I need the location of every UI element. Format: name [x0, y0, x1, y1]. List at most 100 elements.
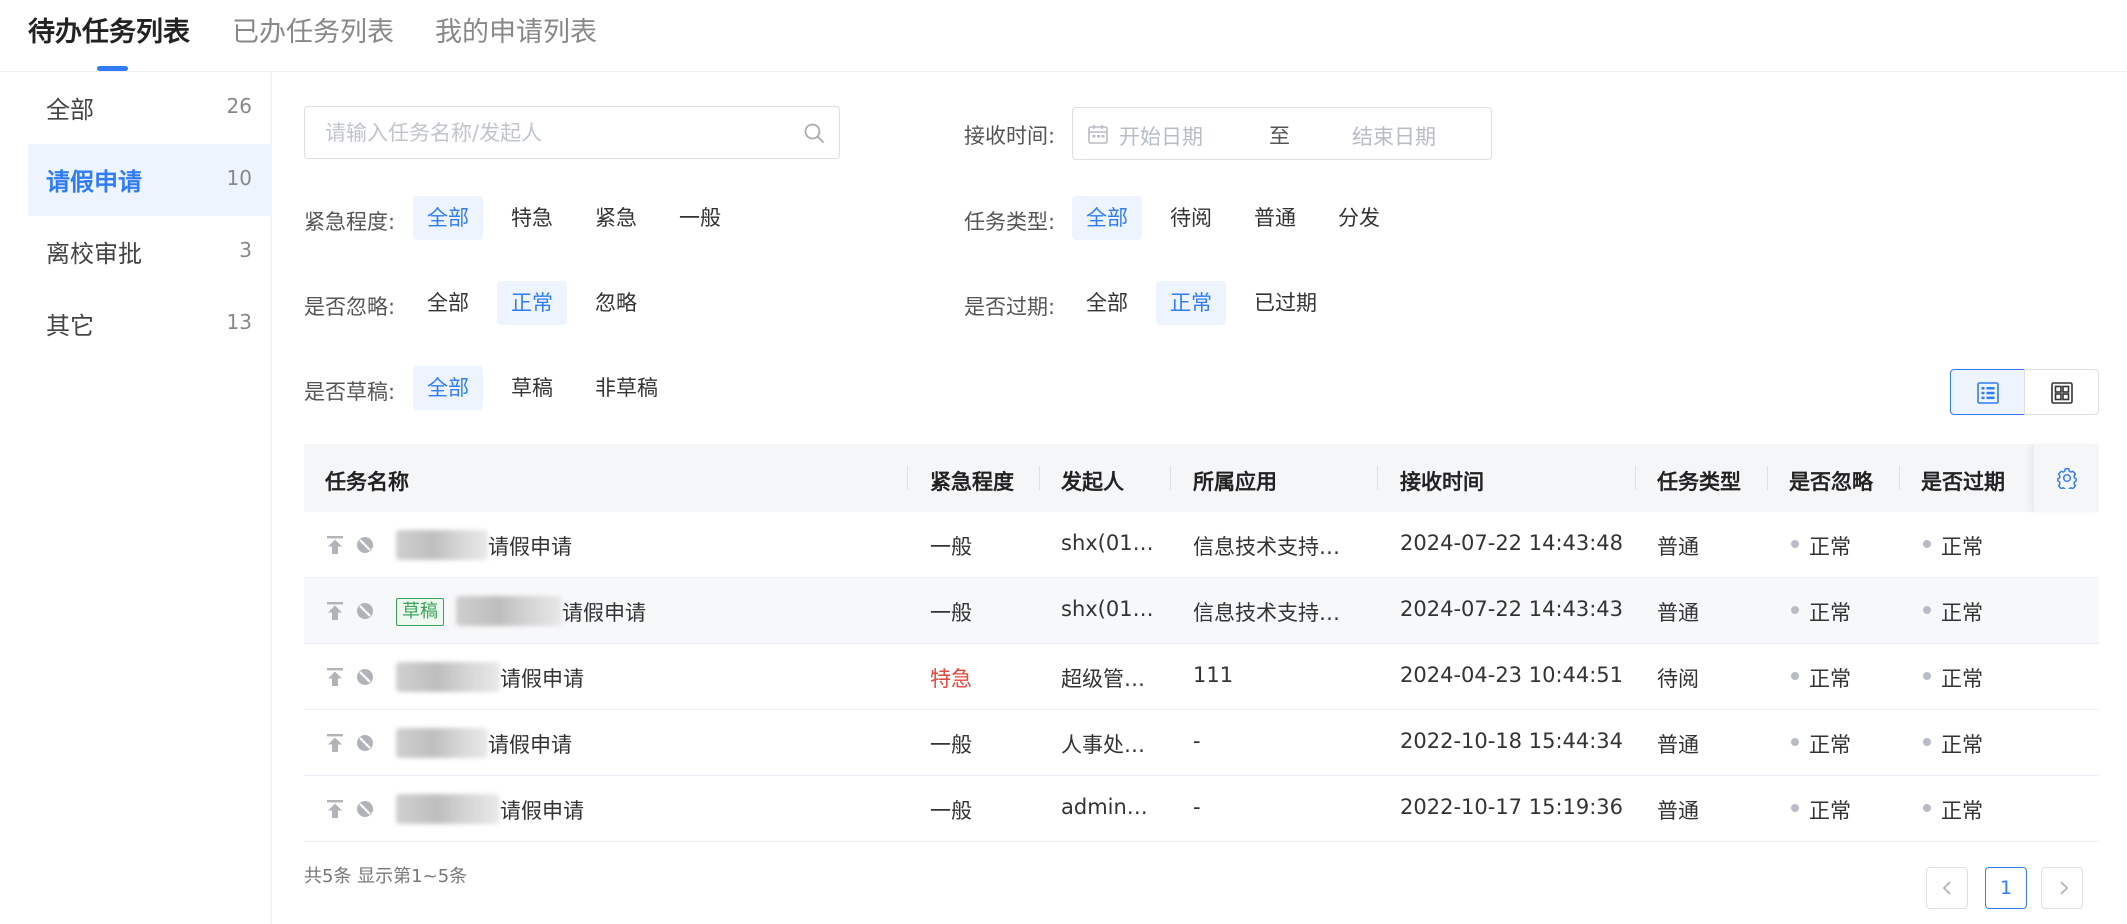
urgency-option-critical[interactable]: 特急	[497, 196, 567, 240]
sidebar-item-count: 13	[226, 310, 252, 334]
ignore-icon[interactable]	[356, 668, 374, 686]
receive-time-cell: 2022-10-17 15:19:36	[1400, 795, 1624, 819]
task-name-cell[interactable]: 请假申请	[500, 663, 584, 693]
column-header-ignored[interactable]: 是否忽略	[1789, 466, 1873, 496]
start-date-input[interactable]: 开始日期	[1119, 121, 1203, 151]
pin-to-top-icon[interactable]	[326, 667, 344, 687]
receive-time-cell: 2022-10-18 15:44:34	[1400, 729, 1624, 753]
table-row[interactable]: 请假申请 一般 shx(01… 信息技术支持… 2024-07-22 14:43…	[304, 512, 2099, 578]
expired-option-all[interactable]: 全部	[1072, 281, 1142, 325]
redacted-name-mask	[396, 662, 500, 692]
expired-option-normal[interactable]: 正常	[1156, 281, 1226, 325]
expired-status-text: 正常	[1941, 535, 1983, 559]
task-name-cell[interactable]: 请假申请	[488, 531, 572, 561]
active-tab-indicator	[97, 66, 128, 71]
column-header-receive-time[interactable]: 接收时间	[1400, 466, 1484, 496]
column-header-urgency[interactable]: 紧急程度	[930, 466, 1014, 496]
pagination-summary: 共5条 显示第1~5条	[304, 866, 468, 887]
expired-status-text: 正常	[1941, 667, 1983, 691]
table-row[interactable]: 草稿 请假申请 一般 shx(01… 信息技术支持… 2024-07-22 14…	[304, 578, 2099, 644]
prev-page-button[interactable]	[1926, 867, 1968, 909]
end-date-input[interactable]: 结束日期	[1352, 121, 1436, 151]
status-dot	[1791, 540, 1799, 548]
column-divider	[907, 466, 908, 490]
sidebar-item-other[interactable]: 其它 13	[28, 288, 272, 360]
redacted-name-mask	[396, 794, 500, 824]
draft-option-draft[interactable]: 草稿	[497, 366, 567, 410]
column-divider	[1635, 466, 1636, 490]
ignore-icon[interactable]	[356, 536, 374, 554]
next-page-button[interactable]	[2041, 867, 2083, 909]
list-view-icon	[1977, 382, 1999, 404]
task-type-cell: 普通	[1657, 601, 1699, 625]
column-header-application[interactable]: 所属应用	[1193, 466, 1277, 496]
column-settings-button[interactable]	[2034, 444, 2099, 512]
urgency-cell: 特急	[930, 667, 972, 691]
sidebar-item-label: 请假申请	[46, 168, 142, 196]
ignored-option-ignored[interactable]: 忽略	[581, 281, 651, 325]
table-row[interactable]: 请假申请 一般 人事处… - 2022-10-18 15:44:34 普通 正常…	[304, 710, 2099, 776]
expired-option-expired[interactable]: 已过期	[1240, 281, 1331, 325]
pin-to-top-icon[interactable]	[326, 799, 344, 819]
draft-option-all[interactable]: 全部	[413, 366, 483, 410]
task-type-option-regular[interactable]: 普通	[1240, 196, 1310, 240]
task-type-cell: 普通	[1657, 799, 1699, 823]
task-type-option-read[interactable]: 待阅	[1156, 196, 1226, 240]
task-type-option-all[interactable]: 全部	[1072, 196, 1142, 240]
pin-to-top-icon[interactable]	[326, 733, 344, 753]
sidebar-item-count: 26	[226, 94, 252, 118]
initiator-cell: 人事处…	[1061, 733, 1145, 757]
ignored-filter-label: 是否忽略:	[304, 295, 396, 319]
column-header-expired[interactable]: 是否过期	[1921, 466, 2005, 496]
sidebar-item-leave-request[interactable]: 请假申请 10	[28, 144, 272, 216]
redacted-name-mask	[396, 530, 488, 560]
tab-done-tasks[interactable]: 已办任务列表	[232, 10, 394, 49]
pin-to-top-icon[interactable]	[326, 601, 344, 621]
task-type-cell: 待阅	[1657, 667, 1699, 691]
sidebar-item-leave-school[interactable]: 离校审批 3	[28, 216, 272, 288]
ignored-option-all[interactable]: 全部	[413, 281, 483, 325]
draft-tag: 草稿	[396, 598, 444, 626]
urgency-filter-label: 紧急程度:	[304, 210, 396, 234]
redacted-name-mask	[396, 728, 488, 758]
column-header-task-name[interactable]: 任务名称	[325, 466, 409, 496]
column-header-initiator[interactable]: 发起人	[1061, 466, 1124, 496]
ignore-icon[interactable]	[356, 800, 374, 818]
task-name-cell[interactable]: 请假申请	[488, 729, 572, 759]
card-view-button[interactable]	[2024, 369, 2099, 415]
task-tabs: 待办任务列表 已办任务列表 我的申请列表	[0, 0, 2127, 72]
search-icon[interactable]	[803, 122, 825, 144]
column-divider	[1039, 466, 1040, 490]
column-divider	[1767, 466, 1768, 490]
receive-time-cell: 2024-07-22 14:43:48	[1400, 531, 1624, 555]
tab-todo-tasks[interactable]: 待办任务列表	[28, 10, 190, 49]
table-row[interactable]: 请假申请 一般 admin… - 2022-10-17 15:19:36 普通 …	[304, 776, 2099, 842]
ignored-status-text: 正常	[1809, 667, 1851, 691]
list-view-button[interactable]	[1950, 369, 2025, 415]
table-row[interactable]: 请假申请 特急 超级管… 111 2024-04-23 10:44:51 待阅 …	[304, 644, 2099, 710]
urgency-option-urgent[interactable]: 紧急	[581, 196, 651, 240]
status-dot	[1791, 738, 1799, 746]
receive-time-range-picker[interactable]: 开始日期 至 结束日期	[1072, 107, 1492, 160]
expired-status-text: 正常	[1941, 799, 1983, 823]
task-name-cell[interactable]: 请假申请	[500, 795, 584, 825]
column-divider	[1170, 466, 1171, 490]
pin-to-top-icon[interactable]	[326, 535, 344, 555]
urgency-cell: 一般	[930, 601, 972, 625]
expired-status-text: 正常	[1941, 733, 1983, 757]
ignore-icon[interactable]	[356, 734, 374, 752]
draft-option-non-draft[interactable]: 非草稿	[581, 366, 672, 410]
task-name-cell[interactable]: 请假申请	[562, 597, 646, 627]
search-input[interactable]	[325, 119, 785, 147]
ignored-option-normal[interactable]: 正常	[497, 281, 567, 325]
tab-my-applications[interactable]: 我的申请列表	[435, 10, 597, 49]
urgency-option-normal[interactable]: 一般	[665, 196, 735, 240]
urgency-option-all[interactable]: 全部	[413, 196, 483, 240]
ignore-icon[interactable]	[356, 602, 374, 620]
ignored-status-text: 正常	[1809, 535, 1851, 559]
page-number-button[interactable]: 1	[1985, 867, 2027, 909]
task-type-option-distribute[interactable]: 分发	[1324, 196, 1394, 240]
status-dot	[1923, 738, 1931, 746]
column-header-task-type[interactable]: 任务类型	[1657, 466, 1741, 496]
sidebar-item-all[interactable]: 全部 26	[28, 72, 272, 144]
